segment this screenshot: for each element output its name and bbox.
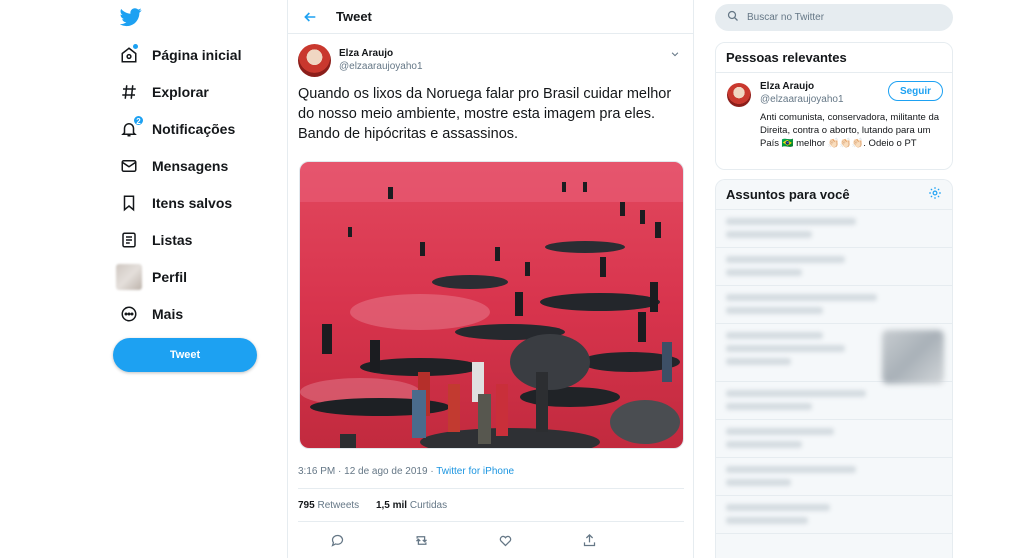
heart-icon[interactable] bbox=[496, 531, 514, 549]
page-title: Tweet bbox=[336, 9, 372, 24]
nav-item-messages[interactable]: Mensagens bbox=[118, 151, 228, 181]
search-icon bbox=[727, 9, 739, 27]
tweet-timestamp[interactable]: 3:16 PM · 12 de ago de 2019 · bbox=[298, 466, 436, 477]
retweets-stat[interactable]: 795 Retweets bbox=[298, 500, 359, 511]
nav-label: Mais bbox=[152, 306, 184, 322]
trend-thumbnail bbox=[882, 330, 944, 384]
nav-label: Listas bbox=[152, 232, 193, 248]
likes-label: Curtidas bbox=[409, 500, 448, 511]
hashtag-icon bbox=[118, 81, 140, 103]
author-handle[interactable]: @elzaaraujoyaho1 bbox=[339, 61, 423, 72]
nav-item-lists[interactable]: Listas bbox=[118, 225, 192, 255]
trend-item[interactable] bbox=[716, 248, 952, 286]
trend-item[interactable] bbox=[716, 324, 952, 384]
tweet-button[interactable]: Tweet bbox=[113, 338, 257, 372]
trends-title: Assuntos para você bbox=[726, 187, 850, 202]
nav-item-notifications[interactable]: 2 Notificações bbox=[118, 114, 235, 144]
nav-item-bookmarks[interactable]: Itens salvos bbox=[118, 188, 232, 218]
new-dot-icon bbox=[133, 44, 138, 49]
tweet-photo[interactable] bbox=[299, 161, 684, 449]
back-arrow-icon[interactable] bbox=[302, 9, 318, 25]
home-icon bbox=[118, 44, 140, 66]
author-name[interactable]: Elza Araujo bbox=[339, 48, 423, 59]
tweet-detail-column: Tweet Elza Araujo @elzaaraujoyaho1 Quand… bbox=[287, 0, 694, 558]
tweet-actions bbox=[328, 531, 598, 549]
reply-icon[interactable] bbox=[328, 531, 346, 549]
author-avatar[interactable] bbox=[298, 43, 331, 77]
trends-header: Assuntos para você bbox=[716, 180, 952, 210]
person-handle[interactable]: @elzaaraujoyaho1 bbox=[760, 94, 844, 105]
trend-item[interactable] bbox=[716, 458, 952, 496]
nav-label: Perfil bbox=[152, 269, 188, 285]
relevant-people-card: Pessoas relevantes Elza Araujo @elzaarau… bbox=[715, 42, 953, 170]
relevant-people-title: Pessoas relevantes bbox=[716, 43, 952, 73]
tweet-meta: 3:16 PM · 12 de ago de 2019 · Twitter fo… bbox=[298, 466, 514, 477]
likes-count: 1,5 mil bbox=[375, 500, 408, 511]
nav-label: Itens salvos bbox=[152, 195, 233, 211]
search-input[interactable] bbox=[747, 12, 937, 23]
person-avatar[interactable] bbox=[727, 83, 751, 107]
tweet-source-link[interactable]: Twitter for iPhone bbox=[436, 466, 514, 477]
chevron-down-icon[interactable] bbox=[668, 47, 682, 61]
trend-item[interactable] bbox=[716, 382, 952, 420]
twitter-logo-icon[interactable] bbox=[119, 6, 142, 28]
follow-button[interactable]: Seguir bbox=[888, 81, 943, 101]
relevant-person[interactable]: Elza Araujo @elzaaraujoyaho1 Seguir Anti… bbox=[716, 73, 952, 169]
divider bbox=[298, 488, 684, 489]
nav-label: Mensagens bbox=[152, 158, 229, 174]
tweet-author: Elza Araujo @elzaaraujoyaho1 bbox=[298, 43, 686, 77]
column-header: Tweet bbox=[288, 0, 693, 34]
nav-item-home[interactable]: Página inicial bbox=[118, 40, 241, 70]
notification-badge: 2 bbox=[133, 115, 144, 126]
tweet-text: Quando os lixos da Noruega falar pro Bra… bbox=[298, 86, 672, 142]
nav-label: Explorar bbox=[152, 84, 209, 100]
trend-item[interactable] bbox=[716, 420, 952, 458]
tweet-stats: 795 Retweets 1,5 mil Curtidas bbox=[298, 500, 447, 511]
gear-icon[interactable] bbox=[928, 186, 942, 203]
retweets-count: 795 bbox=[298, 500, 315, 511]
trend-item[interactable] bbox=[716, 286, 952, 324]
retweet-icon[interactable] bbox=[412, 531, 430, 549]
nav-item-profile[interactable]: Perfil bbox=[115, 262, 187, 292]
nav-label: Notificações bbox=[152, 121, 236, 137]
divider bbox=[298, 521, 684, 522]
person-bio: Anti comunista, conservadora, militante … bbox=[760, 112, 940, 149]
nav-item-more[interactable]: Mais bbox=[118, 299, 183, 329]
trend-item[interactable] bbox=[716, 210, 952, 248]
profile-avatar bbox=[115, 264, 143, 290]
more-icon bbox=[118, 303, 140, 325]
trend-item[interactable] bbox=[716, 496, 952, 534]
envelope-icon bbox=[118, 155, 140, 177]
retweets-label: Retweets bbox=[317, 500, 360, 511]
trends-card: Assuntos para você bbox=[715, 179, 953, 558]
left-navigation: Página inicial Explorar 2 Notificações M… bbox=[108, 0, 278, 558]
nav-label: Página inicial bbox=[152, 47, 242, 63]
person-name[interactable]: Elza Araujo bbox=[760, 81, 814, 92]
search-box bbox=[715, 4, 953, 31]
bell-icon: 2 bbox=[118, 115, 144, 140]
bookmark-icon bbox=[118, 192, 140, 214]
share-icon[interactable] bbox=[580, 531, 598, 549]
list-icon bbox=[118, 229, 140, 251]
avatar bbox=[116, 264, 142, 290]
likes-stat[interactable]: 1,5 mil Curtidas bbox=[376, 500, 447, 511]
nav-item-explore[interactable]: Explorar bbox=[118, 77, 209, 107]
